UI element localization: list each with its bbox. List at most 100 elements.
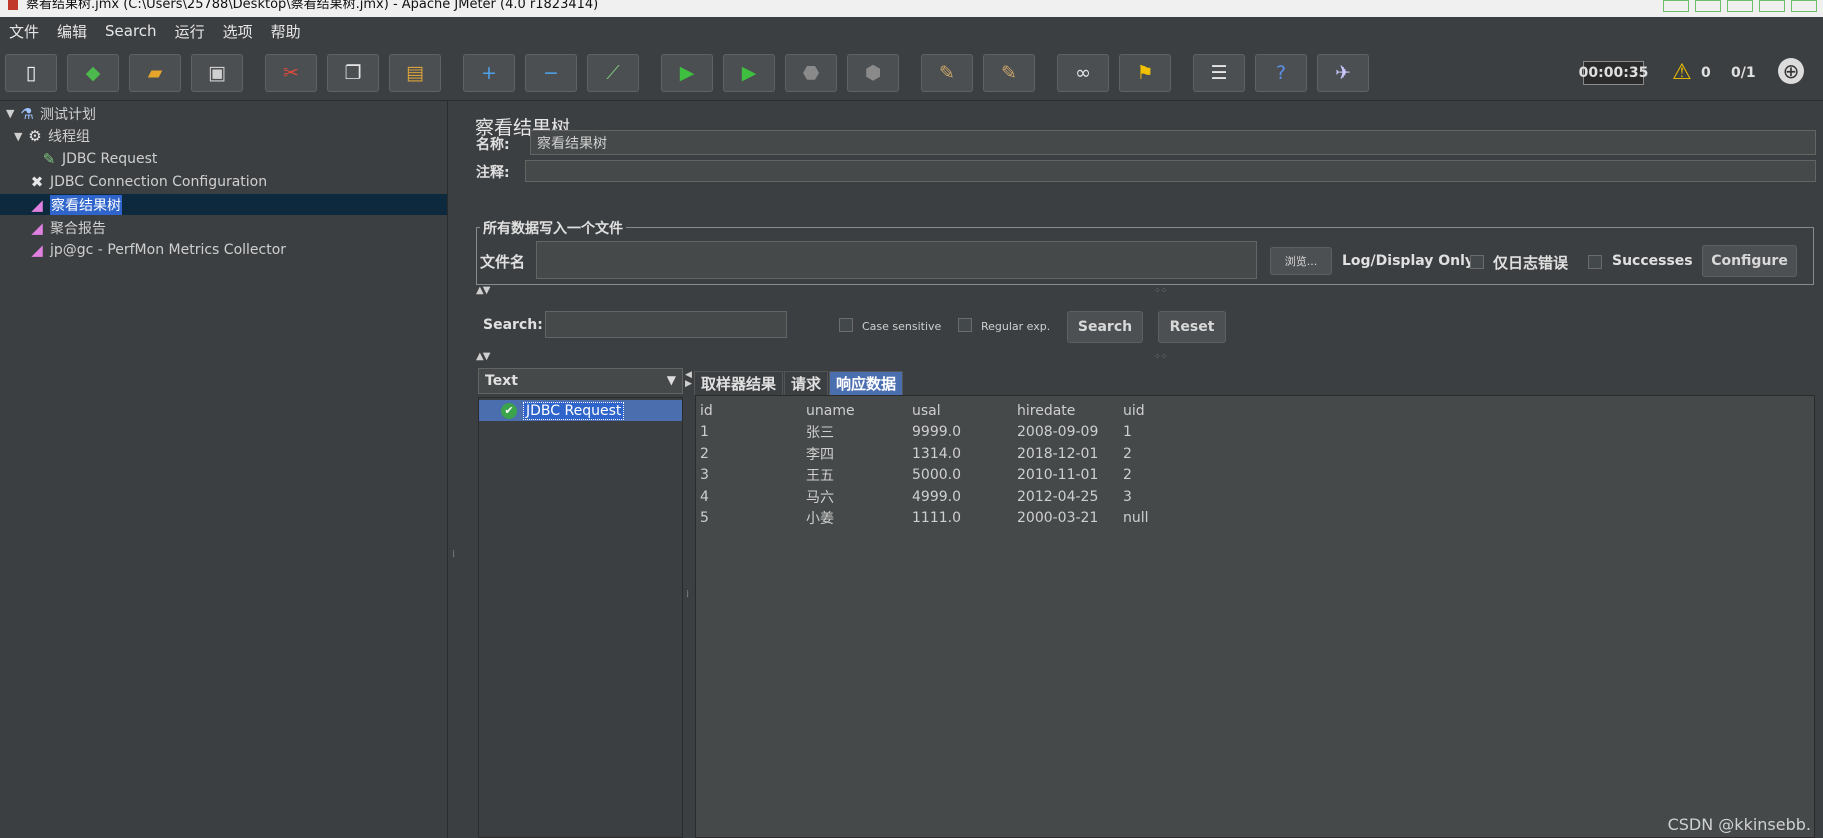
collapse-button[interactable]: − <box>525 54 577 92</box>
vertical-splitter[interactable]: ⁞ <box>448 101 462 838</box>
cell: 4 <box>700 488 709 505</box>
window-control-button[interactable] <box>1727 0 1753 12</box>
regular-exp-checkbox[interactable] <box>958 318 972 332</box>
warning-icon[interactable]: ⚠ <box>1672 60 1692 85</box>
flask-icon: ⚗ <box>20 104 34 123</box>
menu-options[interactable]: 选项 <box>214 21 262 42</box>
window-title: 察看结果树.jmx (C:\Users\25788\Desktop\察看结果树.… <box>26 0 599 12</box>
tab-sampler-result[interactable]: 取样器结果 <box>694 371 784 395</box>
menu-file[interactable]: 文件 <box>0 21 48 42</box>
menu-run[interactable]: 运行 <box>166 21 214 42</box>
tree-node[interactable]: ▼ ⚙ 线程组 <box>0 126 447 147</box>
tree-node-label: JDBC Request <box>62 151 158 168</box>
start-no-pauses-button[interactable]: ▶ <box>723 54 775 92</box>
expand-button[interactable]: + <box>463 54 515 92</box>
pipette-icon: ✎ <box>42 150 56 169</box>
stop-button[interactable]: ⬣ <box>785 54 837 92</box>
table-row: 3 王五 5000.0 2010-11-01 2 <box>700 465 1203 487</box>
response-data-area[interactable]: id uname usal hiredate uid 1 张三 9999.0 2008… <box>695 395 1815 838</box>
errors-only-checkbox[interactable] <box>1470 255 1484 269</box>
tree-toggle-icon[interactable]: ▼ <box>14 130 26 143</box>
remote-start-icon: ✈ <box>1335 61 1351 84</box>
reset-button[interactable]: Reset <box>1158 311 1226 343</box>
renderer-select[interactable]: Text ▼ <box>478 368 683 394</box>
toggle-button[interactable]: ⟋ <box>587 54 639 92</box>
window-control-button[interactable] <box>1695 0 1721 12</box>
search-input[interactable] <box>545 311 787 338</box>
tab-request[interactable]: 请求 <box>784 371 829 395</box>
start-button[interactable]: ▶ <box>661 54 713 92</box>
search-button[interactable]: Search <box>1067 311 1143 343</box>
configure-button[interactable]: Configure <box>1702 245 1797 277</box>
menu-help[interactable]: 帮助 <box>262 21 310 42</box>
tree-node[interactable]: ◢ 聚合报告 <box>0 217 447 238</box>
remote-start-button[interactable]: ✈ <box>1317 54 1369 92</box>
tree-node[interactable]: ▼ ⚗ 测试计划 <box>0 103 447 124</box>
case-sensitive-label: Case sensitive <box>862 320 942 333</box>
reset-search-broom-button[interactable]: ⚑ <box>1119 54 1171 92</box>
tree-node[interactable]: ◢ jp@gc - PerfMon Metrics Collector <box>0 240 447 261</box>
tree-node[interactable]: ✎ JDBC Request <box>0 149 447 170</box>
tree-node[interactable]: ✖ JDBC Connection Configuration <box>0 171 447 192</box>
errors-only-label: 仅日志错误 <box>1493 254 1569 272</box>
menu-bar: 文件 编辑 Search 运行 选项 帮助 <box>0 17 1823 45</box>
window-control-button[interactable] <box>1759 0 1785 12</box>
cell: 1 <box>1123 424 1132 441</box>
cell: 5 <box>700 510 709 527</box>
split-arrows-icon[interactable]: ◀ ▶ <box>685 371 692 389</box>
new-button[interactable]: ▯ <box>5 54 57 92</box>
start-icon: ▶ <box>679 61 695 84</box>
window-control-button[interactable] <box>1791 0 1817 12</box>
clear-all-button[interactable]: ✎ <box>983 54 1035 92</box>
help-button[interactable]: ? <box>1255 54 1307 92</box>
toolbar: 00:00:35 ⚠ 0 0/1 ⊕ ▯ ◆ ▰ ▣ ✂ ❐ ▤ + − ⟋ ▶ ▶ ⬣ ⬢ ✎ ✎ ∞ ⚑ ☰? ✈ <box>0 46 1823 101</box>
function-helper-button[interactable]: ☰ <box>1193 54 1245 92</box>
cut-button[interactable]: ✂ <box>265 54 317 92</box>
filename-input[interactable] <box>536 241 1257 279</box>
help-icon: ? <box>1275 61 1287 84</box>
collapse-arrows-icon[interactable]: ▲▼ <box>476 285 490 296</box>
case-sensitive-checkbox[interactable] <box>839 318 853 332</box>
shutdown-button[interactable]: ⬢ <box>847 54 899 92</box>
menu-edit[interactable]: 编辑 <box>48 21 96 42</box>
cell: 王五 <box>806 468 834 485</box>
open-button[interactable]: ▰ <box>129 54 181 92</box>
successes-checkbox[interactable] <box>1588 255 1602 269</box>
listener-graph-icon: ◢ <box>31 195 43 214</box>
cell: 2010-11-01 <box>1017 467 1099 484</box>
paste-button[interactable]: ▤ <box>389 54 441 92</box>
comment-field[interactable] <box>525 160 1816 182</box>
cell: 李四 <box>806 446 834 463</box>
search-binoculars-button[interactable]: ∞ <box>1057 54 1109 92</box>
browse-button[interactable]: 浏览... <box>1270 247 1332 275</box>
menu-search[interactable]: Search <box>96 22 166 40</box>
comment-label: 注释: <box>476 165 510 181</box>
remote-engine-icon[interactable]: ⊕ <box>1778 58 1804 84</box>
horizontal-splitter[interactable]: ▲▼ ⁘⁘ <box>476 351 1816 362</box>
cell: 3 <box>700 467 709 484</box>
horizontal-splitter[interactable]: ▲▼ ⁘⁘ <box>476 285 1816 296</box>
open-icon: ▰ <box>147 61 163 84</box>
gear-icon: ⚙ <box>28 127 42 146</box>
clear-button[interactable]: ✎ <box>921 54 973 92</box>
name-field[interactable]: 察看结果树 <box>530 130 1816 155</box>
window-control-button[interactable] <box>1663 0 1689 12</box>
tab-response-data[interactable]: 响应数据 <box>829 371 904 395</box>
result-label: JDBC Request <box>523 401 625 420</box>
list-item[interactable]: ✔ JDBC Request <box>479 400 682 421</box>
column-header: id <box>700 402 713 419</box>
copy-button[interactable]: ❐ <box>327 54 379 92</box>
listener-graph-icon: ◢ <box>31 218 43 237</box>
table-header-row: id uname usal hiredate uid <box>700 400 1203 422</box>
cell: 1314.0 <box>912 445 961 462</box>
window-title-bar: 察看结果树.jmx (C:\Users\25788\Desktop\察看结果树.… <box>0 0 1823 17</box>
results-splitter[interactable]: ◀ ▶ ⁞ <box>683 368 694 838</box>
templates-button[interactable]: ◆ <box>67 54 119 92</box>
save-button[interactable]: ▣ <box>191 54 243 92</box>
tree-node[interactable]: ◢ 察看结果树 <box>0 194 447 216</box>
collapse-arrows-icon[interactable]: ▲▼ <box>476 351 490 362</box>
search-binoculars-icon: ∞ <box>1075 61 1091 84</box>
new-icon: ▯ <box>25 61 37 84</box>
column-header: uid <box>1123 402 1145 419</box>
tree-toggle-icon[interactable]: ▼ <box>6 107 18 120</box>
